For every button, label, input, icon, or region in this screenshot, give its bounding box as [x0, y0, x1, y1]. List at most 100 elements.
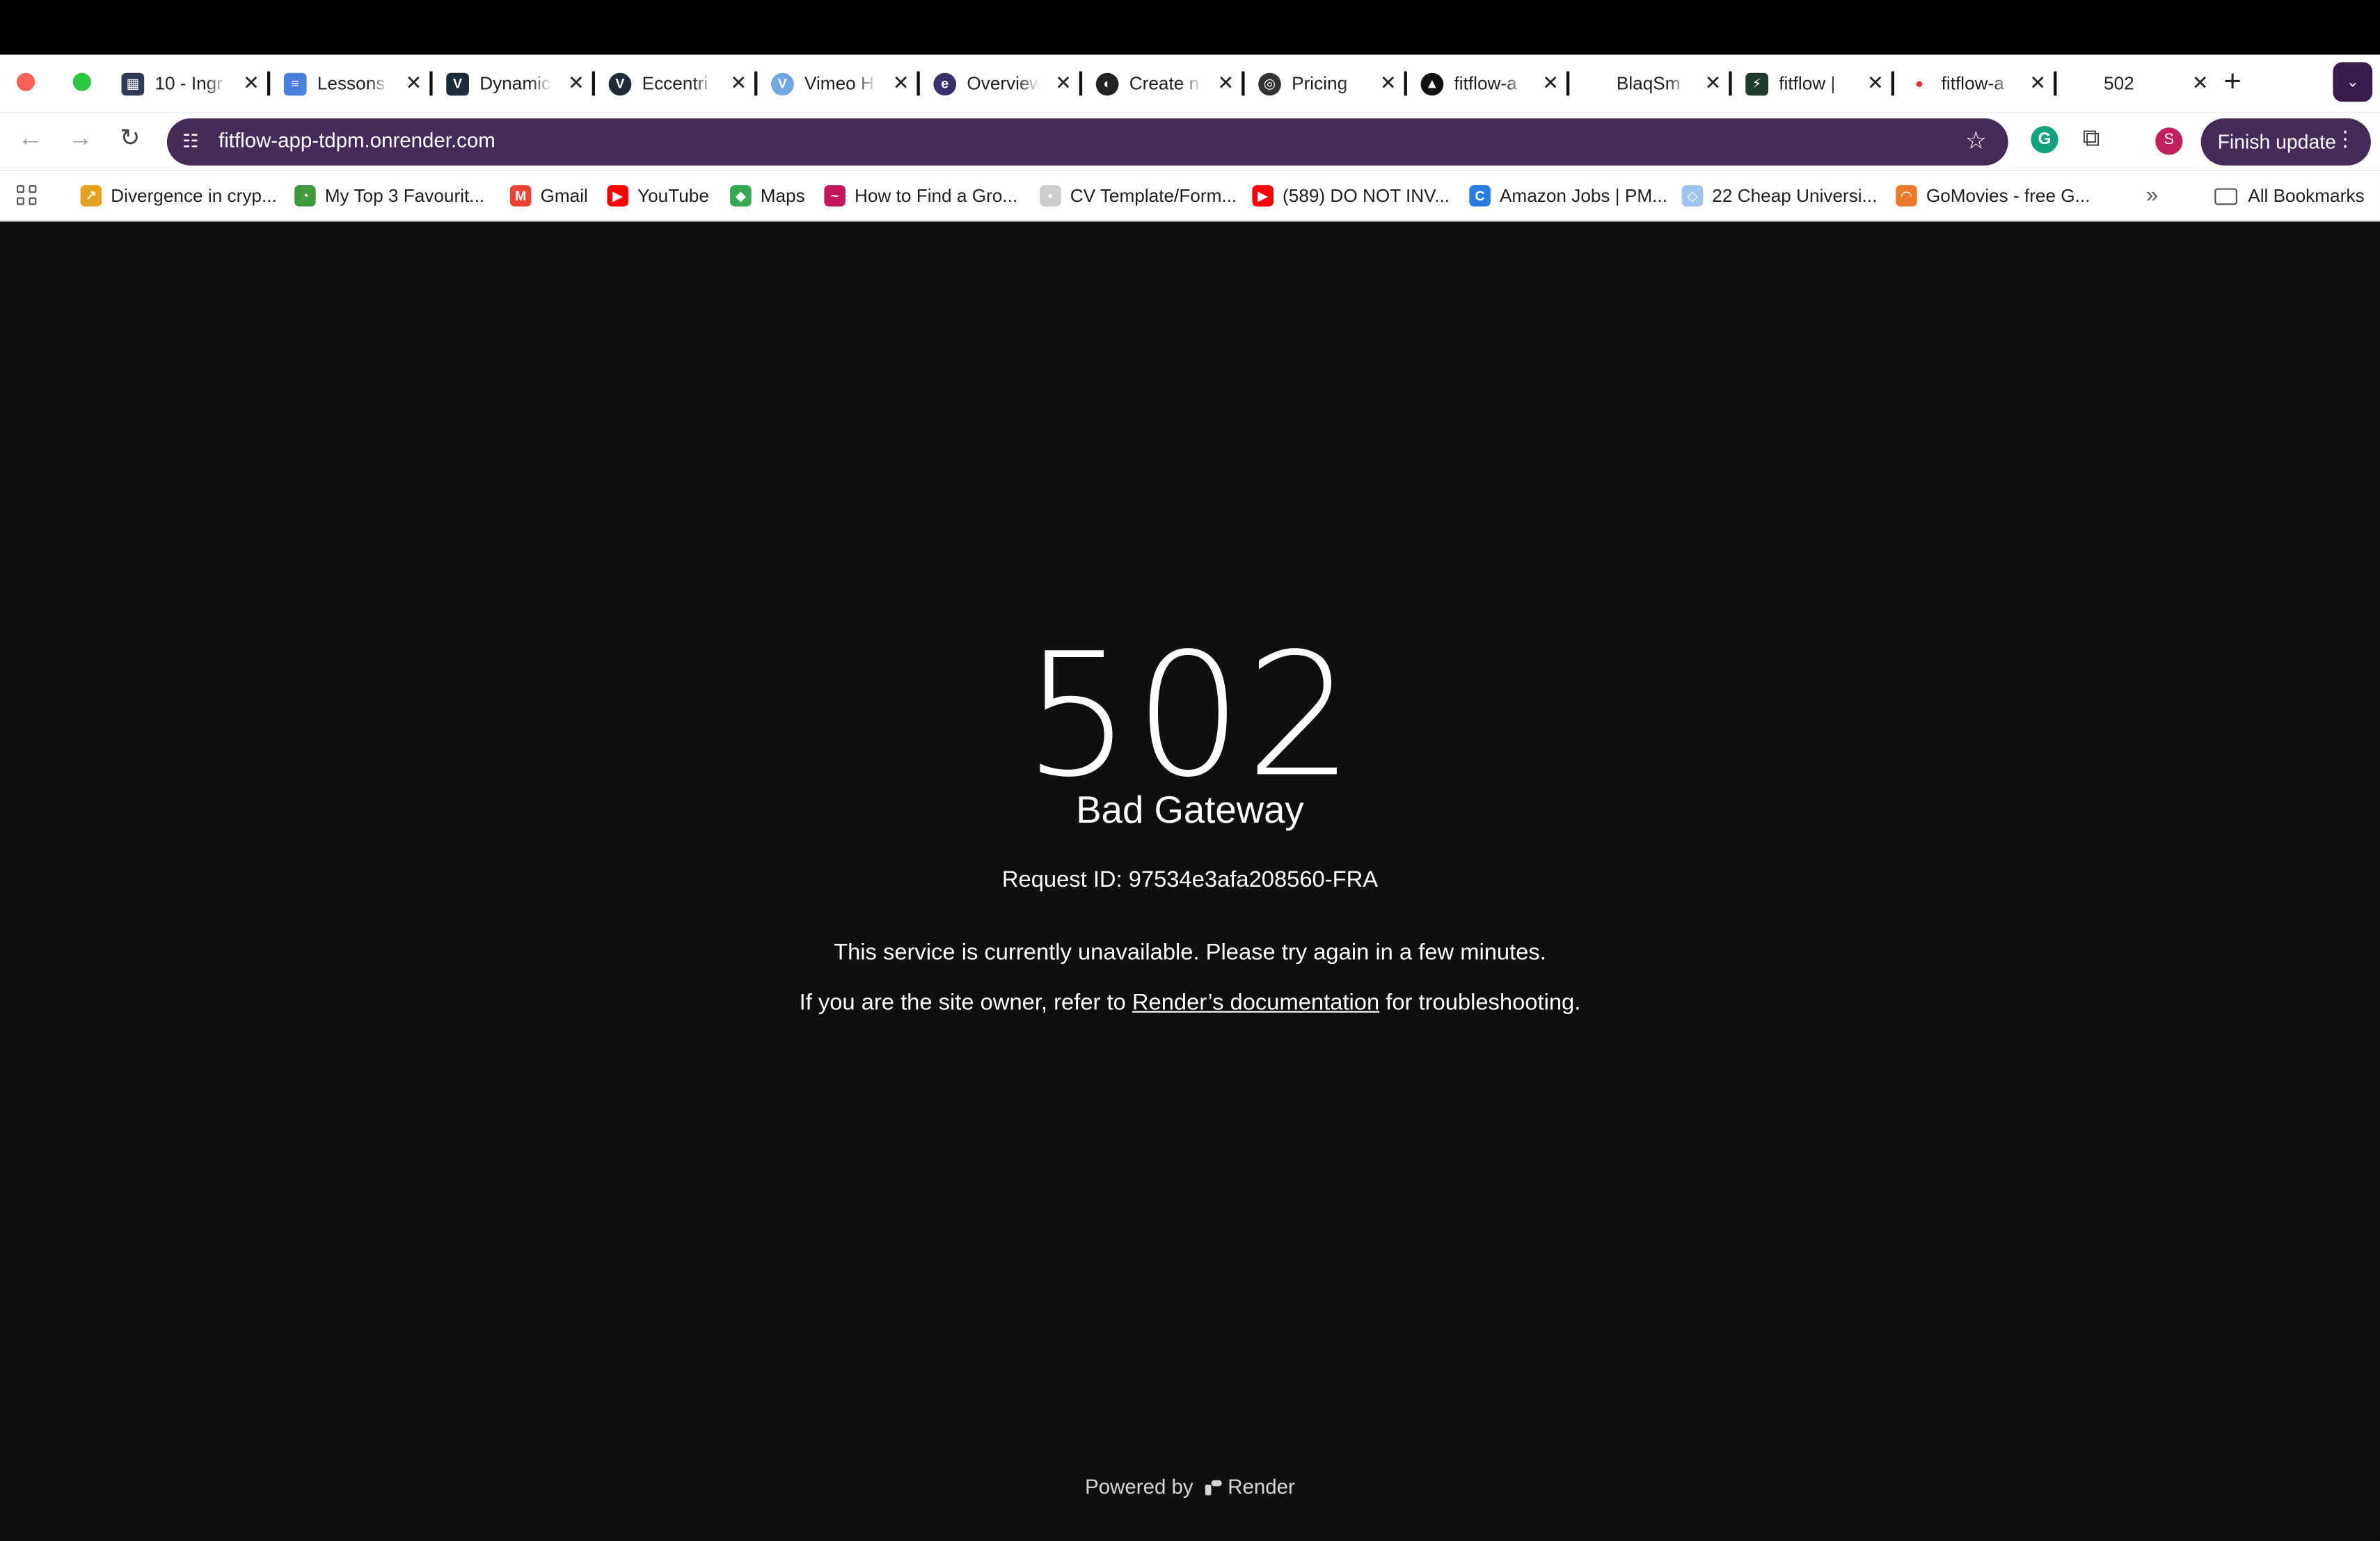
all-bookmarks-label: All Bookmarks	[2248, 185, 2365, 207]
bookmark-favicon-icon: ▶	[1252, 185, 1274, 207]
tab-separator	[1404, 71, 1407, 96]
tab-close-icon[interactable]: ✕	[1867, 70, 1884, 97]
browser-tab[interactable]: V Vimeo H ✕	[754, 55, 921, 113]
bookmark-favicon-icon: ◠	[1896, 185, 1917, 207]
render-logo-icon	[1205, 1478, 1222, 1496]
tab-close-icon[interactable]: ✕	[730, 70, 747, 97]
tab-title: 10 - Ingr	[154, 72, 223, 95]
browser-tab[interactable]: e Overview ✕	[917, 55, 1084, 113]
tab-favicon-icon: ≡	[283, 72, 307, 95]
bookmark-favicon-icon: ◇	[1681, 185, 1704, 207]
tab-title: Eccentri	[642, 72, 708, 95]
extensions-puzzle-icon[interactable]: ⧉	[2082, 126, 2109, 153]
profile-avatar[interactable]: S	[2155, 127, 2183, 155]
address-bar[interactable]: ☷ fitflow-app-tdpm.onrender.com ☆	[166, 118, 2008, 166]
new-tab-button[interactable]: +	[2223, 67, 2241, 97]
tab-close-icon[interactable]: ✕	[1705, 70, 1722, 97]
tab-title: fitflow-a	[1941, 72, 2004, 95]
tab-close-icon[interactable]: ✕	[1055, 70, 1072, 97]
browser-tab[interactable]: ≡ Lessons ✕	[267, 55, 434, 113]
bookmark-item[interactable]: ◠ GoMovies - free G...	[1896, 170, 2090, 221]
menu-kebab-icon[interactable]: ⋮	[2335, 126, 2356, 152]
bookmark-item[interactable]: ◔ My Top 3 Favourit...	[294, 170, 484, 221]
bookmark-star-icon[interactable]: ☆	[1965, 126, 1987, 157]
browser-tab[interactable]: ⚡ fitflow | ✕	[1729, 55, 1896, 113]
owner-message-prefix: If you are the site owner, refer to	[799, 990, 1132, 1016]
bookmark-item[interactable]: ◇ 22 Cheap Universi...	[1681, 170, 1877, 221]
render-docs-link[interactable]: Render’s documentation	[1132, 990, 1379, 1016]
unavailable-message: This service is currently unavailable. P…	[834, 940, 1546, 966]
render-brand: Render	[1228, 1476, 1295, 1499]
tab-close-icon[interactable]: ✕	[1380, 70, 1397, 97]
request-id: Request ID: 97534e3afa208560-FRA	[1001, 867, 1379, 893]
bookmark-item[interactable]: ◆ Maps	[730, 170, 805, 221]
browser-tab[interactable]: ◐ Create n ✕	[1079, 55, 1246, 113]
tab-separator	[1241, 71, 1245, 96]
tab-favicon-icon: e	[933, 72, 957, 95]
tab-title: fitflow-a	[1454, 72, 1517, 95]
browser-tab[interactable]: ▲ fitflow-a ✕	[1404, 55, 1571, 113]
browser-tab[interactable]: BlaqSm ✕	[1566, 55, 1733, 113]
browser-tab[interactable]: V Dynamic ✕	[429, 55, 596, 113]
error-status: Bad Gateway	[1076, 789, 1304, 832]
bookmark-label: My Top 3 Favourit...	[324, 185, 485, 207]
site-info-icon[interactable]: ☷	[179, 131, 202, 154]
tab-separator	[429, 71, 433, 96]
bookmark-favicon-icon: M	[509, 185, 532, 207]
tab-title: Overview	[967, 72, 1040, 95]
tab-close-icon[interactable]: ✕	[1542, 70, 1559, 97]
error-code: 502	[1023, 617, 1357, 816]
browser-tab[interactable]: 502 ✕	[2054, 55, 2221, 113]
bookmark-label: Maps	[760, 185, 805, 207]
bookmark-favicon-icon: ◆	[730, 185, 752, 207]
bookmark-item[interactable]: • CV Template/Form...	[1040, 170, 1237, 221]
tab-close-icon[interactable]: ✕	[893, 70, 910, 97]
tab-title: Pricing	[1292, 72, 1348, 95]
tab-separator	[754, 71, 758, 96]
tab-separator	[917, 71, 920, 96]
tab-close-icon[interactable]: ✕	[568, 70, 585, 97]
tab-title: fitflow |	[1779, 72, 1836, 95]
back-button[interactable]: ←	[18, 125, 42, 155]
bookmark-item[interactable]: ~ How to Find a Gro...	[824, 170, 1017, 221]
reload-button[interactable]: ↻	[120, 125, 140, 155]
tab-title: Create n	[1129, 72, 1200, 95]
tab-separator	[1891, 71, 1895, 96]
tab-separator	[2054, 71, 2057, 96]
tab-favicon-icon: V	[771, 72, 794, 95]
error-page: 502 Bad Gateway Request ID: 97534e3afa20…	[0, 221, 2380, 1541]
bookmark-label: How to Find a Gro...	[854, 185, 1018, 207]
url-text[interactable]: fitflow-app-tdpm.onrender.com	[219, 129, 495, 152]
tab-close-icon[interactable]: ✕	[1217, 70, 1234, 97]
grammarly-extension-icon[interactable]: G	[2031, 126, 2058, 154]
browser-tab[interactable]: ● fitflow-a ✕	[1891, 55, 2058, 113]
tab-title: Vimeo H	[804, 72, 874, 95]
bookmark-item[interactable]: ↗ Divergence in cryp...	[80, 170, 277, 221]
bookmark-item[interactable]: ▶ YouTube	[607, 170, 709, 221]
tab-favicon-icon	[1582, 72, 1606, 95]
more-bookmarks-chevron-icon[interactable]: »	[2146, 182, 2158, 207]
bookmark-item[interactable]: C Amazon Jobs | PM...	[1469, 170, 1667, 221]
close-window-button[interactable]	[16, 72, 35, 91]
maximize-window-button[interactable]	[72, 72, 91, 91]
browser-tab[interactable]: ◎ Pricing ✕	[1241, 55, 1409, 113]
apps-grid-icon[interactable]	[16, 185, 38, 207]
tab-close-icon[interactable]: ✕	[243, 70, 260, 97]
tab-close-icon[interactable]: ✕	[2029, 70, 2046, 97]
finish-update-button[interactable]: Finish update ⋮	[2200, 118, 2371, 166]
tab-search-icon[interactable]: ⌄	[2333, 62, 2373, 102]
bookmark-item[interactable]: M Gmail	[509, 170, 588, 221]
bookmark-item[interactable]: ▶ (589) DO NOT INV...	[1252, 170, 1450, 221]
browser-tab[interactable]: V Eccentri ✕	[592, 55, 759, 113]
forward-button[interactable]: →	[68, 125, 93, 155]
screen: ▦ 10 - Ingr ✕ ≡ Lessons ✕ V Dynamic ✕ V Eccentri ✕ V…	[0, 0, 2380, 1541]
bookmark-label: (589) DO NOT INV...	[1283, 185, 1450, 207]
tab-favicon-icon: ⚡	[1745, 72, 1769, 95]
browser-tab[interactable]: ▦ 10 - Ingr ✕	[109, 55, 271, 113]
all-bookmarks-button[interactable]: All Bookmarks	[2214, 170, 2365, 221]
tab-close-icon[interactable]: ✕	[2192, 70, 2209, 97]
tab-favicon-icon: ●	[1907, 72, 1931, 95]
tab-close-icon[interactable]: ✕	[406, 70, 422, 97]
tab-strip: ▦ 10 - Ingr ✕ ≡ Lessons ✕ V Dynamic ✕ V Eccentri ✕ V…	[0, 54, 2380, 113]
bookmark-favicon-icon: ◔	[294, 185, 316, 207]
